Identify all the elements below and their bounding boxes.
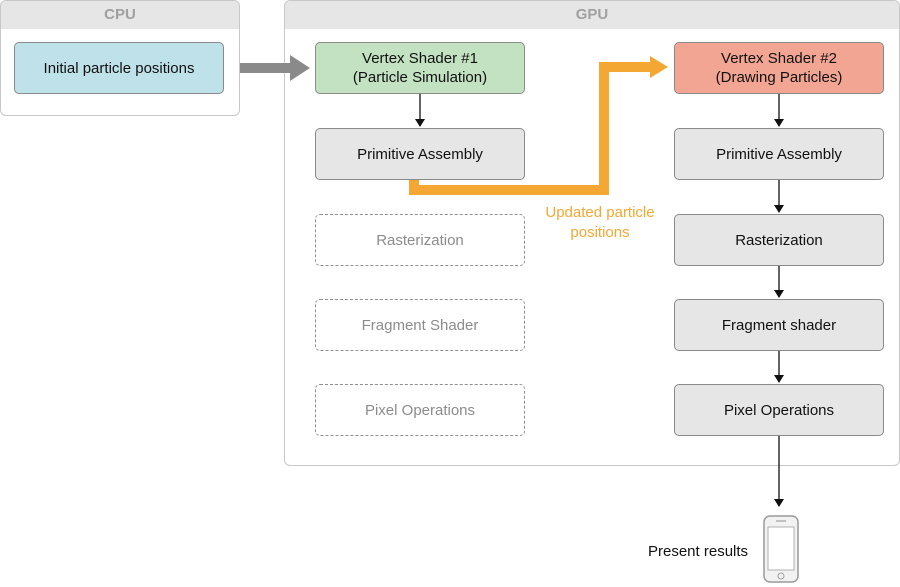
phone-icon [763, 515, 799, 583]
cpu-to-gpu-arrow [240, 55, 310, 81]
feedback-arrow [409, 56, 668, 195]
present-results-label: Present results [648, 543, 749, 560]
updated-particle-positions-label: Updated particle positions [545, 204, 655, 241]
arrows-layer [240, 55, 799, 583]
